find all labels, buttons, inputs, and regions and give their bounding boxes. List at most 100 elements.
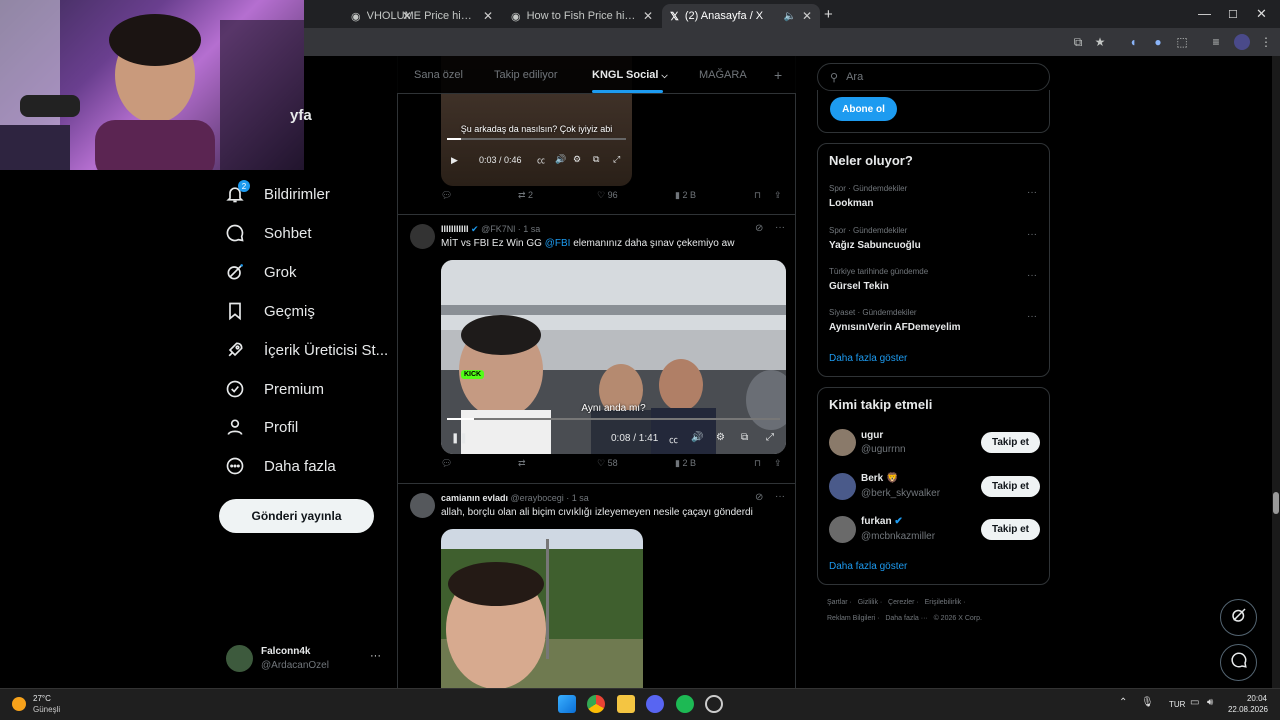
post-handle[interactable]: @eraybocegi (511, 493, 564, 503)
post-time[interactable]: · 1 sa (518, 224, 541, 234)
pip-icon[interactable]: ⧉ (593, 154, 599, 165)
bookmark-star-icon[interactable]: ★ (1092, 34, 1108, 50)
messages-floating-button[interactable] (1220, 644, 1257, 681)
weather-temp[interactable]: 27°C (33, 694, 51, 703)
maximize-button[interactable]: ☐ (1228, 8, 1238, 21)
minimize-button[interactable]: — (1198, 6, 1211, 21)
language-indicator[interactable]: TUR (1169, 700, 1185, 709)
show-more-trends-link[interactable]: Daha fazla göster (829, 353, 907, 364)
follow-suggestion[interactable]: ugur @ugurrnn Takip et (818, 428, 1051, 458)
captions-icon[interactable]: ㏄ (669, 433, 678, 446)
trend-more-icon[interactable]: ··· (1027, 187, 1037, 198)
nav-chat[interactable]: Sohbet (224, 222, 312, 244)
video-progress[interactable] (447, 138, 626, 140)
weather-desc[interactable]: Güneşli (33, 705, 60, 714)
nav-home-partial[interactable]: yfa (290, 107, 312, 124)
browser-tab-3[interactable]: ◉ How to Fish Price history - Steam ✕ (503, 4, 661, 28)
fullscreen-icon[interactable]: ⤢ (613, 154, 620, 165)
chrome-icon[interactable] (587, 695, 605, 713)
windows-start-icon[interactable] (558, 695, 576, 713)
follow-suggestion[interactable]: furkan ✔ @mcbnkazmiller Takip et (818, 515, 1051, 545)
extension-audio-icon[interactable]: ◖ (1125, 34, 1141, 50)
tab-close-icon[interactable]: ✕ (802, 9, 812, 23)
captions-icon[interactable]: ㏄ (537, 155, 545, 166)
grok-explain-icon[interactable]: ⊘ (755, 223, 763, 234)
post-more-icon[interactable]: ··· (775, 491, 785, 502)
fullscreen-icon[interactable]: ⤢ (766, 432, 774, 443)
subscribe-button[interactable]: Abone ol (830, 97, 897, 121)
share-icon[interactable]: ⇪ (774, 458, 782, 469)
volume-icon[interactable]: 🔊 (691, 432, 703, 443)
browser-tab-active[interactable]: 𝕏 (2) Anasayfa / X 🔈 ✕ (662, 4, 820, 28)
nav-more[interactable]: Daha fazla (224, 455, 336, 477)
spotify-icon[interactable] (676, 695, 694, 713)
account-switcher[interactable]: Falconn4k @ArdacanOzel ··· (226, 644, 394, 674)
reply-icon[interactable]: 💬︎ (441, 458, 452, 469)
grok-floating-button[interactable] (1220, 599, 1257, 636)
discord-icon[interactable] (646, 695, 664, 713)
clock-date[interactable]: 22.08.2026 (1226, 705, 1268, 714)
steam-icon[interactable] (705, 695, 723, 713)
trend-item[interactable]: Spor · Gündemdekiler Lookman ··· (818, 182, 1051, 220)
like-button[interactable]: ♡ 58 (597, 458, 618, 469)
tab-magara[interactable]: MAĞARA (699, 69, 747, 81)
tab-for-you[interactable]: Sana özel (414, 69, 463, 81)
trend-more-icon[interactable]: ··· (1027, 229, 1037, 240)
grok-explain-icon[interactable]: ⊘ (755, 492, 763, 503)
nav-profile[interactable]: Profil (224, 416, 298, 438)
footer-links[interactable]: Şartlar · Gizlilik · Çerezler · Erişileb… (827, 599, 965, 606)
clock-time[interactable]: 20:04 (1229, 694, 1267, 703)
microphone-icon[interactable]: 🎙︎ (1141, 697, 1154, 708)
repost-button[interactable]: ⇄ 2 (518, 190, 533, 201)
install-app-icon[interactable]: ⧉ (1070, 34, 1086, 50)
new-tab-button[interactable]: + (824, 6, 833, 23)
post-author[interactable]: camianın evladı (441, 493, 508, 503)
tab-close-icon[interactable]: ✕ (643, 9, 653, 23)
reading-list-icon[interactable]: ≡ (1208, 34, 1224, 50)
trend-item[interactable]: Spor · Gündemdekiler Yağız Sabuncuoğlu ·… (818, 224, 1051, 262)
tab-following[interactable]: Takip ediliyor (494, 69, 558, 81)
trend-more-icon[interactable]: ··· (1027, 311, 1037, 322)
post-video[interactable]: KICK Aynı anda mı? ❚❚ 0:08 / 1:41 ㏄ 🔊 ⚙ … (441, 260, 786, 454)
post-handle[interactable]: @FK7Nl (481, 224, 515, 234)
network-icon[interactable]: ▭ (1190, 697, 1199, 708)
settings-icon[interactable]: ⚙ (573, 154, 581, 165)
views-button[interactable]: ▮ 2 B (675, 458, 696, 469)
repost-button[interactable]: ⇄ (518, 458, 526, 469)
search-input[interactable]: ⚲ Ara (817, 63, 1050, 91)
account-more-icon[interactable]: ··· (370, 650, 381, 662)
follow-button[interactable]: Takip et (981, 519, 1040, 540)
extensions-puzzle-icon[interactable]: ⬚ (1174, 34, 1190, 50)
nav-creator-studio[interactable]: İçerik Üreticisi St... (224, 339, 388, 361)
follow-suggestion[interactable]: Berk 🦁 @berk_skywalker Takip et (818, 472, 1051, 502)
tray-chevron-icon[interactable]: ⌃ (1119, 697, 1127, 708)
settings-icon[interactable]: ⚙ (716, 432, 725, 443)
pause-icon[interactable]: ❚❚ (451, 433, 468, 444)
play-icon[interactable]: ▶ (451, 155, 458, 166)
tab-close-icon[interactable]: ✕ (483, 9, 493, 23)
nav-notifications[interactable]: 2 Bildirimler (224, 180, 330, 205)
scrollbar-thumb[interactable] (1273, 492, 1279, 514)
extension-icon[interactable]: ● (1150, 34, 1166, 50)
volume-icon[interactable]: 🔊 (555, 154, 566, 165)
like-button[interactable]: ♡ 96 (597, 190, 618, 201)
close-window-button[interactable]: ✕ (1256, 6, 1267, 22)
trend-item[interactable]: Türkiye tarihinde gündemde Gürsel Tekin … (818, 265, 1051, 303)
add-tab-button[interactable]: + (774, 67, 782, 83)
footer-links-2[interactable]: Reklam Bilgileri · Daha fazla ··· © 2026… (827, 615, 982, 622)
volume-icon[interactable]: 🔊︎ (1207, 697, 1213, 708)
mention-link[interactable]: @FBI (545, 238, 571, 249)
avatar[interactable] (410, 224, 435, 249)
pip-icon[interactable]: ⧉ (741, 432, 748, 443)
post-time[interactable]: · 1 sa (566, 493, 589, 503)
tab-kngl-social[interactable]: KNGL Social ⌵ (592, 69, 668, 81)
views-button[interactable]: ▮ 2 B (675, 190, 696, 201)
avatar[interactable] (410, 493, 435, 518)
post-author[interactable]: IIIIIIIIIII (441, 224, 469, 234)
nav-premium[interactable]: Premium (224, 378, 324, 400)
trend-more-icon[interactable]: ··· (1027, 270, 1037, 281)
menu-kebab-icon[interactable]: ⋮ (1258, 34, 1274, 50)
reply-icon[interactable]: 💬︎ (441, 190, 452, 201)
post-more-icon[interactable]: ··· (775, 222, 785, 233)
video-progress[interactable] (447, 418, 780, 420)
